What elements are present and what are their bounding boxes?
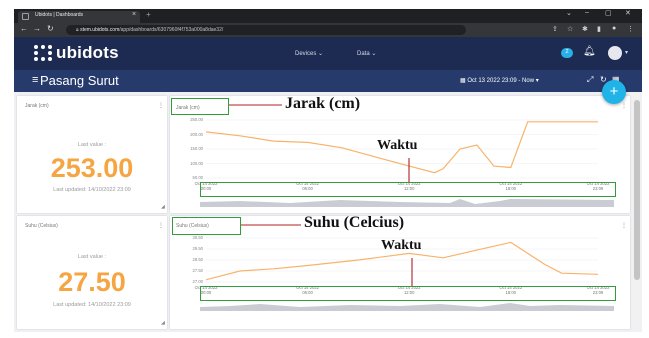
suhu-annotation: Suhu (Celcius) — [304, 214, 405, 231]
add-widget-button[interactable]: + — [602, 80, 626, 104]
plus-icon: + — [609, 83, 619, 100]
waktu-annotation-1: Waktu — [377, 138, 418, 153]
screenshot: Ubidots | Dashboards × + ⌄ – ▢ ✕ ← → ↻ 🔒… — [0, 0, 649, 338]
annotation-leaders — [229, 104, 413, 286]
waktu-annotation-2: Waktu — [381, 238, 422, 253]
jarak-annotation: Jarak (cm) — [285, 95, 361, 112]
